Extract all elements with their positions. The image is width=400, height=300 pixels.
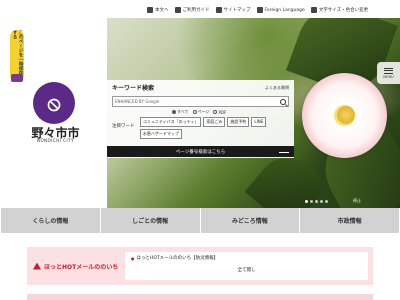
radio-all[interactable]: すべて [172, 109, 189, 115]
globe-icon [256, 7, 263, 13]
text-size-icon [310, 7, 317, 13]
view-all-link[interactable]: 全て閲し [131, 267, 362, 273]
keyword-list: コミュニティバス「のっティ」 家庭ごみ 施設予約 LINE 水害ハザードマップ [139, 117, 289, 139]
sitemap-icon [215, 7, 222, 13]
bullet-icon: ● [131, 255, 135, 261]
radio-page[interactable]: ページ [192, 109, 209, 115]
skip-to-content-link[interactable]: 本文へ [147, 7, 169, 13]
radio-dot [192, 110, 197, 114]
search-input[interactable]: ENHANCED BY Google [112, 96, 289, 107]
keywords-label: 注目ワード [112, 124, 135, 129]
radio-dot [172, 110, 176, 114]
search-icon[interactable] [280, 98, 286, 105]
flower-center [337, 106, 355, 124]
foreign-language-link[interactable]: Foreign Language [256, 7, 305, 13]
notice-header: ほっとHOTメールののいち [27, 247, 125, 285]
save-page-tab[interactable]: このページを一時保存する [10, 30, 24, 78]
radio-dot [213, 110, 218, 114]
usage-guide-link[interactable]: ご利用ガイド [174, 7, 210, 13]
keyword-chip[interactable]: 施設予約 [227, 117, 250, 127]
city-name-en: NONOICHI CITY [36, 138, 75, 143]
emergency-notice: ほっとHOTメールののいち ● ほっとHOTメールののいち【防災情報】 全て閲し [27, 247, 373, 285]
slider-dot[interactable] [325, 200, 328, 203]
notice-item[interactable]: ● ほっとHOTメールののいち【防災情報】 [131, 255, 362, 262]
keyword-chip[interactable]: LINE [251, 117, 267, 127]
sitemap-link[interactable]: サイトマップ [215, 7, 251, 13]
arrow-icon [147, 7, 153, 13]
text-size-color-link[interactable]: 文字サイズ・色合い変更 [310, 7, 368, 13]
menu-button[interactable]: MENU [377, 62, 400, 84]
search-title: キーワード検索 [112, 85, 155, 92]
main-navigation: くらしの情報 しごとの情報 みどころ情報 市政情報 [0, 208, 400, 233]
keyword-chip[interactable]: 水害ハザードマップ [139, 129, 182, 139]
nav-city-admin-info[interactable]: 市政情報 [300, 208, 400, 233]
nav-living-info[interactable]: くらしの情報 [0, 208, 101, 233]
nav-work-info[interactable]: しごとの情報 [101, 208, 201, 233]
keyword-chip[interactable]: 家庭ごみ [203, 117, 226, 127]
nav-sightseeing-info[interactable]: みどころ情報 [201, 208, 301, 233]
utility-bar: 本文へ ご利用ガイド サイトマップ Foreign Language 文字サイズ… [107, 3, 400, 17]
city-emblem-logo[interactable]: ⦸ [33, 82, 75, 124]
page-number-search-button[interactable]: ページ番号検索はこちら [107, 146, 294, 157]
notice-body: ● ほっとHOTメールののいち【防災情報】 全て閲し [125, 252, 368, 280]
arrow-right-icon [279, 149, 289, 153]
next-section-edge [27, 294, 373, 300]
bookmark-icon [11, 74, 23, 82]
guide-icon [174, 7, 181, 13]
search-scope: すべて ページ PDF [172, 109, 289, 115]
keyword-chip[interactable]: コミュニティバス「のっティ」 [139, 117, 202, 127]
slider-dot[interactable] [305, 200, 308, 203]
slider-dot[interactable] [315, 200, 318, 203]
search-placeholder: ENHANCED BY Google [115, 99, 160, 104]
faq-link[interactable]: よくある質問 [265, 85, 289, 91]
radio-pdf[interactable]: PDF [213, 109, 226, 115]
hamburger-icon [384, 67, 393, 74]
slider-dot[interactable] [320, 200, 323, 203]
alert-icon [33, 262, 41, 270]
slider-dots [305, 200, 328, 203]
slider-stop-button[interactable]: 停止 [353, 198, 361, 204]
slider-dot[interactable] [310, 200, 313, 203]
